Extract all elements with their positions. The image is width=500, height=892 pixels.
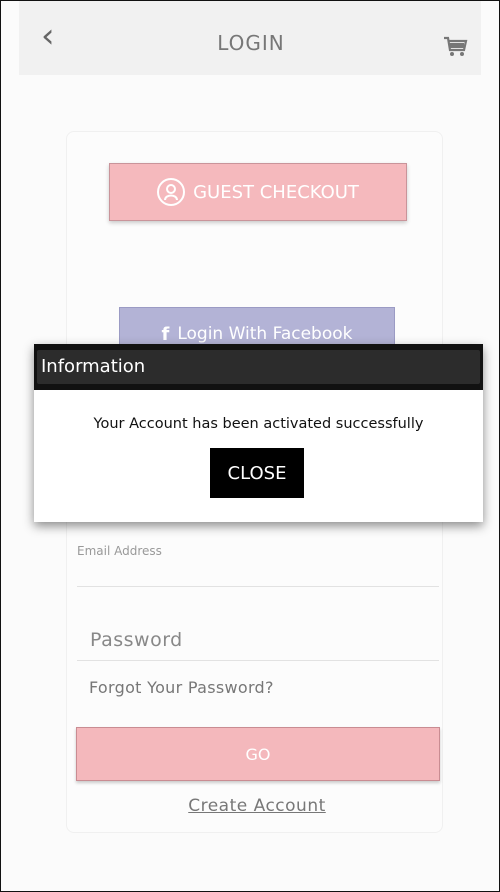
guest-checkout-button[interactable]: GUEST CHECKOUT	[109, 163, 407, 221]
information-dialog: Information Your Account has been activa…	[34, 344, 483, 522]
dialog-title: Information	[37, 350, 480, 384]
user-icon	[157, 178, 186, 206]
create-account-link[interactable]: Create Account	[1, 796, 500, 816]
guest-checkout-label: GUEST CHECKOUT	[193, 181, 359, 203]
dialog-header: Information	[34, 344, 483, 390]
facebook-icon: f	[161, 324, 170, 345]
close-button[interactable]: CLOSE	[210, 448, 304, 498]
password-underline	[77, 660, 439, 661]
app-screen: ‹ LOGIN GUEST CHECKOUT f Login With Face…	[0, 0, 500, 892]
go-button[interactable]: GO	[76, 727, 440, 781]
email-field[interactable]: Email Address	[77, 544, 162, 558]
forgot-password-link[interactable]: Forgot Your Password?	[89, 678, 274, 697]
dialog-message: Your Account has been activated successf…	[93, 416, 424, 432]
password-field[interactable]: Password	[90, 629, 183, 651]
cart-icon[interactable]	[443, 36, 469, 58]
page-title: LOGIN	[217, 31, 285, 55]
email-underline	[77, 586, 439, 587]
facebook-login-label: Login With Facebook	[177, 324, 353, 344]
